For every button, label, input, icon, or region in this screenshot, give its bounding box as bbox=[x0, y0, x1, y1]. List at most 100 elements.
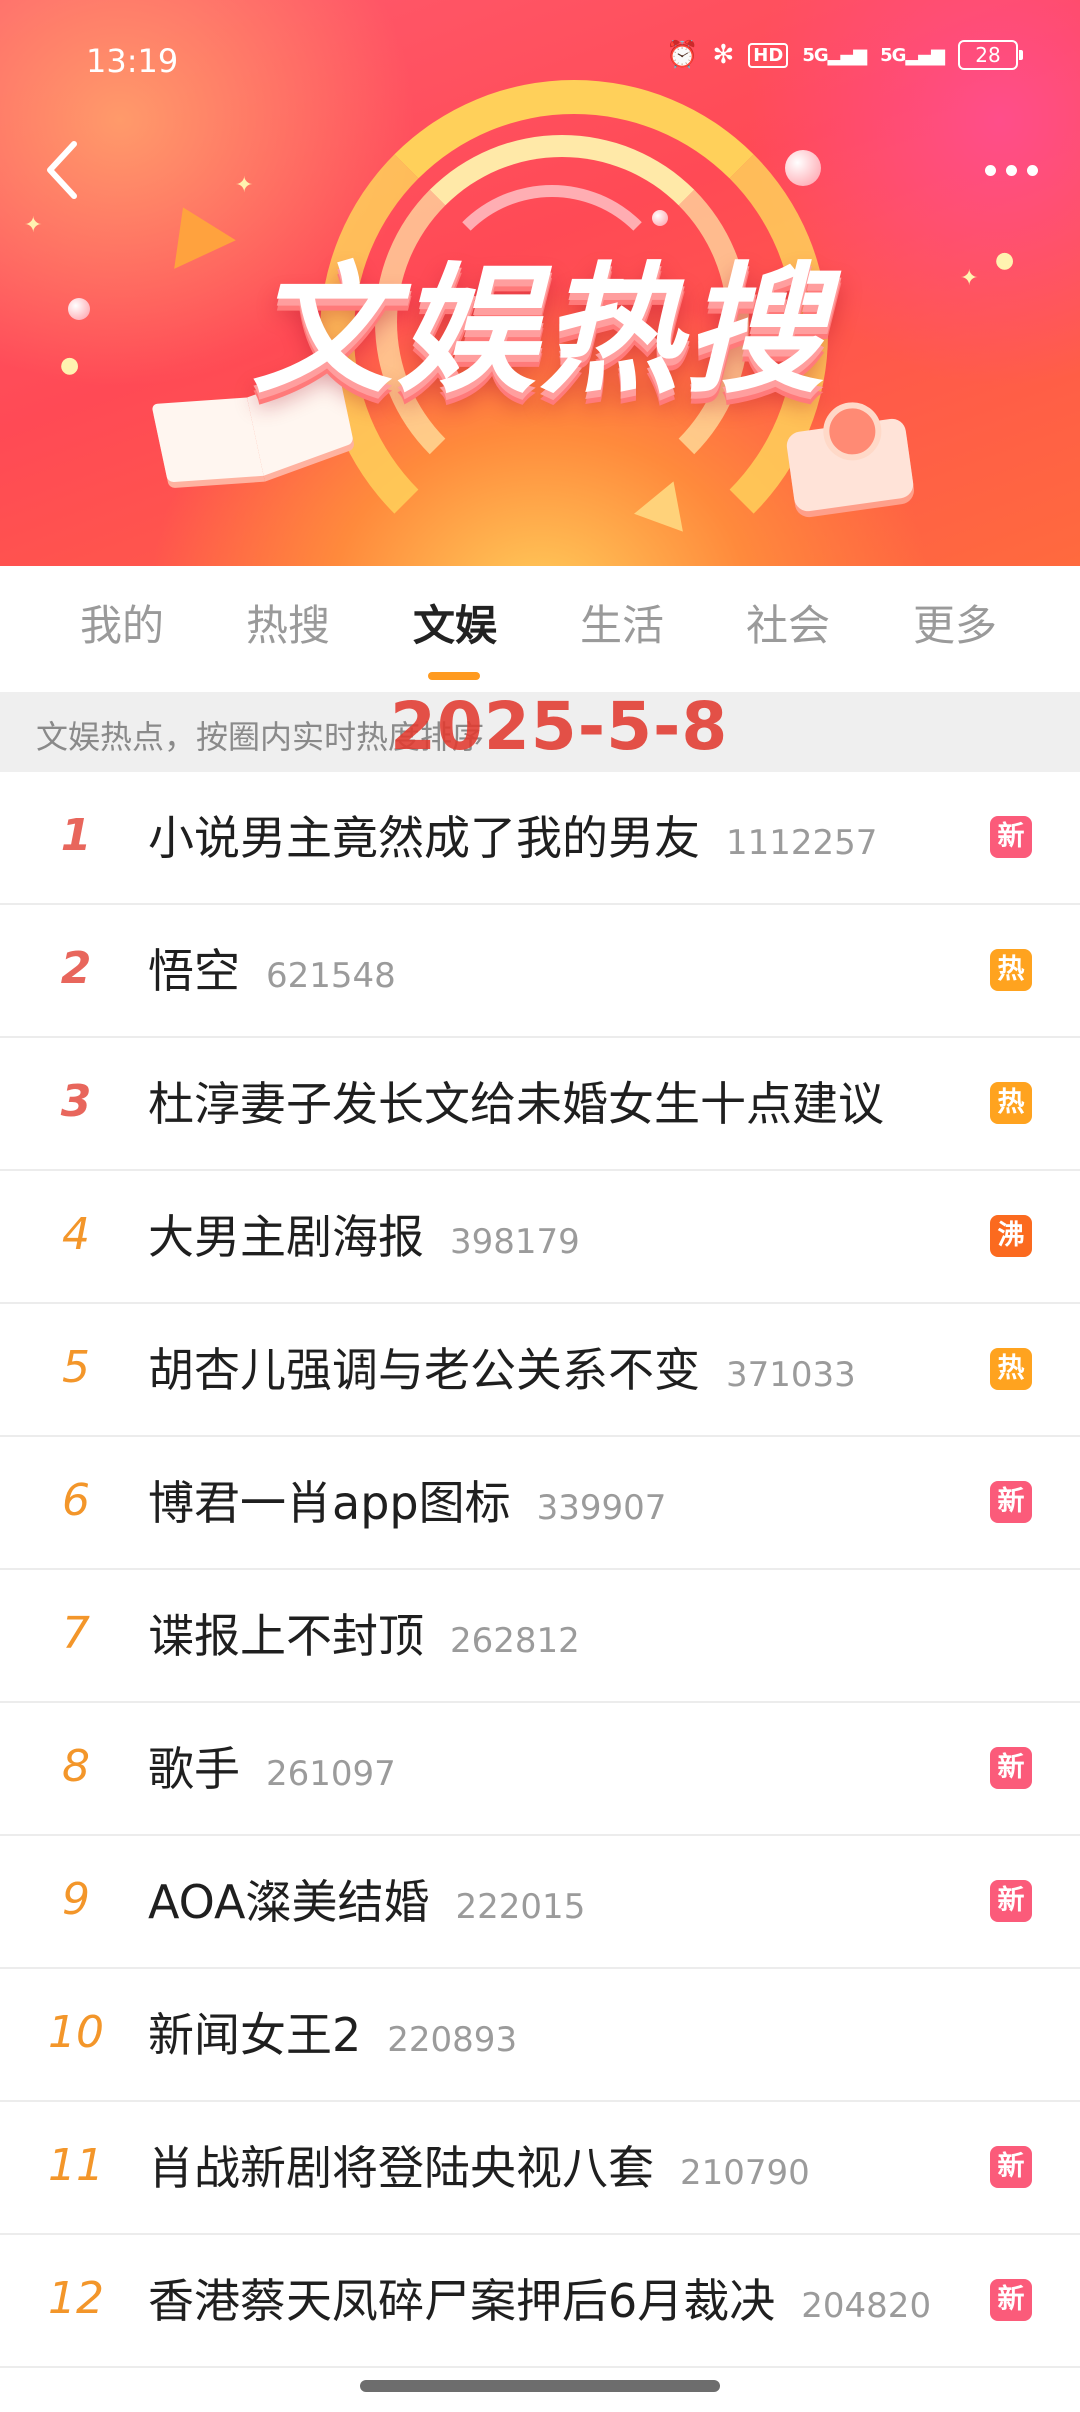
rank-number: 5 bbox=[62, 1342, 90, 1393]
heat-count: 621548 bbox=[266, 956, 396, 996]
banner-title: 文娱热搜 bbox=[251, 250, 828, 413]
topic-title[interactable]: 谍报上不封顶 bbox=[148, 1600, 424, 1666]
list-item-text: 悟空 621548 bbox=[148, 935, 396, 1001]
rank-number: 2 bbox=[60, 943, 92, 994]
rank-number: 4 bbox=[62, 1209, 90, 1260]
topic-title[interactable]: 胡杏儿强调与老公关系不变 bbox=[148, 1334, 700, 1400]
new-badge: 新 bbox=[990, 2146, 1032, 2188]
tab-life[interactable]: 生活 bbox=[552, 592, 692, 653]
rank-number: 10 bbox=[48, 2007, 104, 2058]
heat-count: 261097 bbox=[266, 1754, 396, 1794]
heat-count: 371033 bbox=[726, 1355, 856, 1395]
arrow-decoration bbox=[152, 193, 236, 269]
topic-title[interactable]: 小说男主竟然成了我的男友 bbox=[148, 802, 700, 868]
rank-number: 11 bbox=[48, 2140, 104, 2191]
hot-search-list: 1 小说男主竟然成了我的男友 1112257 新 2 悟空 621548 热 3 杜淳妻子发长文给… bbox=[0, 772, 1080, 2368]
sparkle-icon: ✦ bbox=[235, 173, 254, 198]
battery-icon: 28 bbox=[958, 40, 1023, 70]
list-item[interactable]: 9 AOA澯美结婚 222015 新 bbox=[0, 1836, 1080, 1969]
tab-hot-search[interactable]: 热搜 bbox=[218, 592, 358, 653]
header-banner: ✦ ● ✦ ✦ ● 文娱热搜 13:19 ⏰ ✻ HD 5G▂▄▆ 5G▂▄▆ … bbox=[0, 0, 1080, 566]
more-button[interactable] bbox=[972, 148, 1050, 192]
active-tab-indicator bbox=[428, 672, 480, 680]
topic-title[interactable]: 悟空 bbox=[148, 935, 240, 1001]
topic-title[interactable]: AOA澯美结婚 bbox=[148, 1866, 430, 1932]
list-item-text: 博君一肖app图标 339907 bbox=[148, 1467, 666, 1533]
topic-title[interactable]: 香港蔡天凤碎尸案押后6月裁决 bbox=[148, 2265, 775, 2331]
topic-title[interactable]: 肖战新剧将登陆央视八套 bbox=[148, 2132, 654, 2198]
heat-count: 210790 bbox=[680, 2153, 810, 2193]
heat-count: 220893 bbox=[387, 2020, 518, 2060]
hot-badge: 热 bbox=[990, 1348, 1032, 1390]
heat-count: 204820 bbox=[801, 2286, 932, 2326]
heat-count: 339907 bbox=[536, 1488, 667, 1528]
list-item[interactable]: 12 香港蔡天凤碎尸案押后6月裁决 204820 新 bbox=[0, 2235, 1080, 2368]
more-dots-icon bbox=[984, 164, 996, 176]
topic-title[interactable]: 博君一肖app图标 bbox=[148, 1467, 511, 1533]
camera-illustration bbox=[785, 398, 915, 513]
sparkle-icon: ✦ bbox=[24, 213, 43, 238]
hot-badge: 热 bbox=[990, 949, 1032, 991]
list-item-text: AOA澯美结婚 222015 bbox=[148, 1866, 585, 1932]
boiling-badge: 沸 bbox=[990, 1215, 1032, 1257]
rank-number: 3 bbox=[60, 1076, 92, 1127]
list-item-text: 胡杏儿强调与老公关系不变 371033 bbox=[148, 1334, 856, 1400]
rank-number: 9 bbox=[62, 1874, 90, 1925]
list-item[interactable]: 6 博君一肖app图标 339907 新 bbox=[0, 1437, 1080, 1570]
list-item-text: 谍报上不封顶 262812 bbox=[148, 1600, 580, 1666]
signal-5g-icon: 5G▂▄▆ bbox=[802, 44, 867, 66]
rank-number: 12 bbox=[48, 2273, 104, 2324]
new-badge: 新 bbox=[990, 1880, 1032, 1922]
tab-entertainment[interactable]: 文娱 bbox=[385, 592, 525, 653]
category-tabs: 我的 热搜 文娱 生活 社会 更多 bbox=[0, 566, 1080, 692]
list-item-text: 肖战新剧将登陆央视八套 210790 bbox=[148, 2132, 810, 2198]
hot-badge: 热 bbox=[990, 1082, 1032, 1124]
heat-count: 222015 bbox=[455, 1887, 586, 1927]
list-item[interactable]: 10 新闻女王2 220893 bbox=[0, 1969, 1080, 2102]
list-item-text: 杜淳妻子发长文给未婚女生十点建议 bbox=[148, 1068, 884, 1134]
list-item[interactable]: 11 肖战新剧将登陆央视八套 210790 新 bbox=[0, 2102, 1080, 2235]
tab-more[interactable]: 更多 bbox=[885, 592, 1025, 653]
list-item-text: 新闻女王2 220893 bbox=[148, 1999, 517, 2065]
status-icons: ⏰ ✻ HD 5G▂▄▆ 5G▂▄▆ 28 bbox=[666, 40, 1023, 70]
list-item[interactable]: 2 悟空 621548 热 bbox=[0, 905, 1080, 1038]
status-time: 13:19 bbox=[86, 42, 179, 80]
list-item-text: 小说男主竟然成了我的男友 1112257 bbox=[148, 802, 877, 868]
list-item-text: 香港蔡天凤碎尸案押后6月裁决 204820 bbox=[148, 2265, 931, 2331]
list-item-text: 歌手 261097 bbox=[148, 1733, 396, 1799]
list-item[interactable]: 5 胡杏儿强调与老公关系不变 371033 热 bbox=[0, 1304, 1080, 1437]
topic-title[interactable]: 新闻女王2 bbox=[148, 1999, 361, 2065]
heat-count: 262812 bbox=[450, 1621, 580, 1661]
more-dot bbox=[1005, 164, 1017, 176]
new-badge: 新 bbox=[990, 1747, 1032, 1789]
tab-society[interactable]: 社会 bbox=[718, 592, 858, 653]
bluetooth-icon: ✻ bbox=[712, 40, 735, 70]
new-badge: 新 bbox=[990, 1481, 1032, 1523]
list-item-text: 大男主剧海报 398179 bbox=[148, 1201, 580, 1267]
bubble-decoration bbox=[652, 210, 668, 226]
list-item[interactable]: 8 歌手 261097 新 bbox=[0, 1703, 1080, 1836]
hd-icon: HD bbox=[748, 42, 789, 68]
rank-number: 1 bbox=[60, 810, 92, 861]
list-item[interactable]: 1 小说男主竟然成了我的男友 1112257 新 bbox=[0, 772, 1080, 905]
new-badge: 新 bbox=[990, 816, 1032, 858]
list-item[interactable]: 7 谍报上不封顶 262812 bbox=[0, 1570, 1080, 1703]
topic-title[interactable]: 歌手 bbox=[148, 1733, 240, 1799]
tab-mine[interactable]: 我的 bbox=[52, 592, 192, 653]
alarm-icon: ⏰ bbox=[666, 40, 699, 70]
topic-title[interactable]: 大男主剧海报 bbox=[148, 1201, 424, 1267]
planet-decoration bbox=[785, 150, 821, 186]
heat-count: 1112257 bbox=[726, 823, 878, 863]
topic-title[interactable]: 杜淳妻子发长文给未婚女生十点建议 bbox=[148, 1068, 884, 1134]
new-badge: 新 bbox=[990, 2279, 1032, 2321]
rank-number: 8 bbox=[62, 1741, 90, 1792]
signal-5g-icon: 5G▂▄▆ bbox=[880, 44, 945, 66]
chevron-left-icon bbox=[47, 141, 77, 199]
heat-count: 398179 bbox=[450, 1222, 580, 1262]
rank-number: 6 bbox=[62, 1475, 90, 1526]
list-item[interactable]: 4 大男主剧海报 398179 沸 bbox=[0, 1171, 1080, 1304]
rank-number: 7 bbox=[62, 1608, 90, 1659]
back-button[interactable] bbox=[34, 130, 90, 210]
list-item[interactable]: 3 杜淳妻子发长文给未婚女生十点建议 热 bbox=[0, 1038, 1080, 1171]
home-indicator[interactable] bbox=[360, 2380, 720, 2392]
